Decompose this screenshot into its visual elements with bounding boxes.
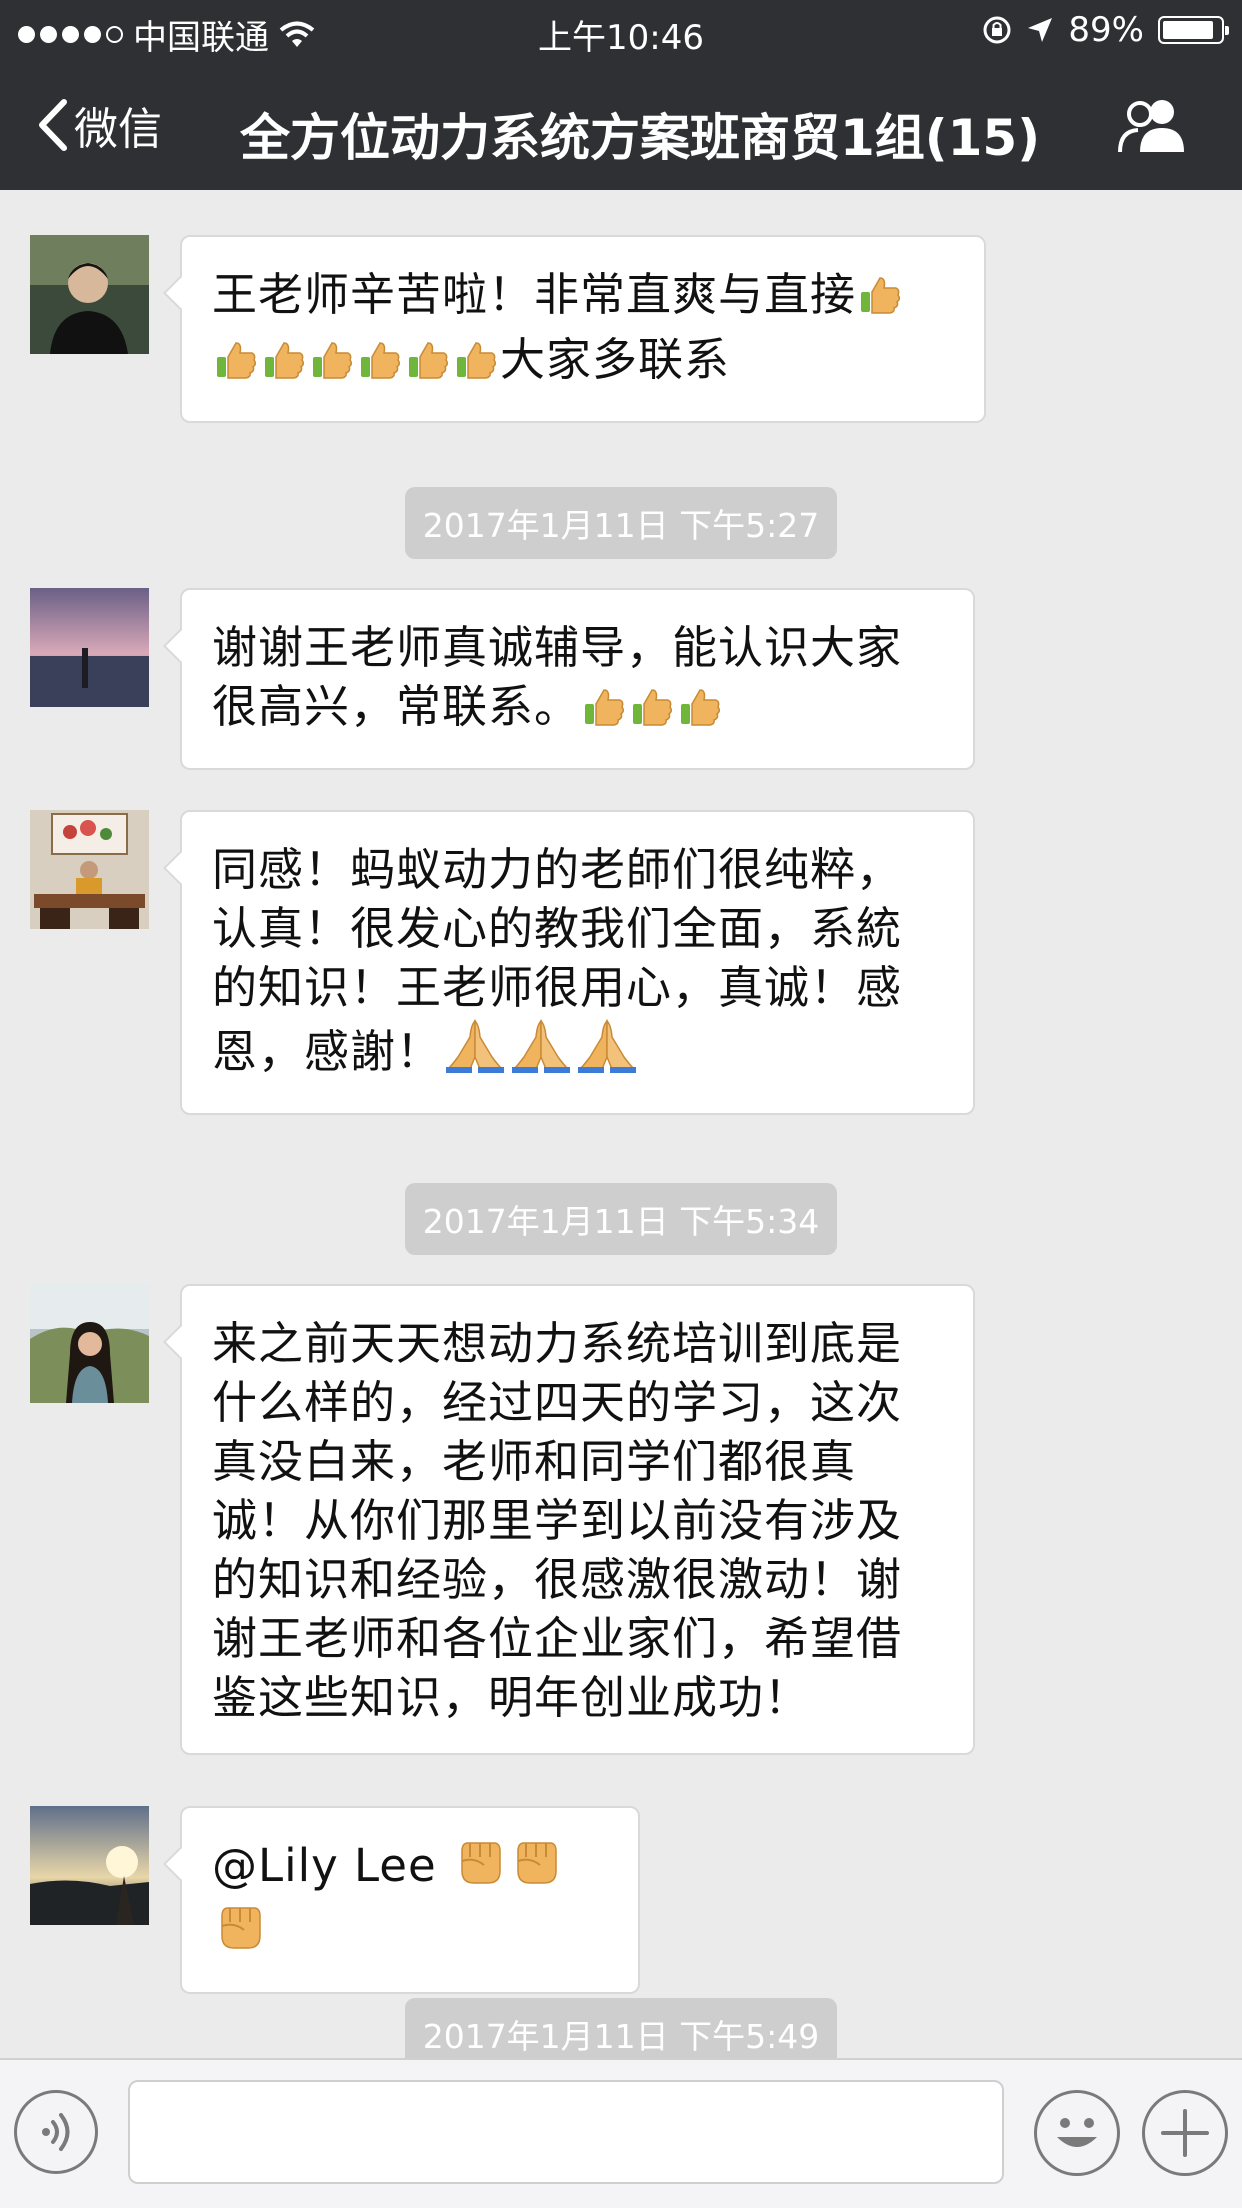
message-bubble[interactable]: 来之前天天想动力系统培训到底是 什么样的，经过四天的学习，这次 真没白来，老师和… [180,1284,975,1755]
navigation-bar: 微信 全方位动力系统方案班商贸1组(15) [0,60,1242,190]
orientation-lock-icon [983,16,1011,44]
avatar-woman-icon [30,1284,149,1403]
message-line: 的知识！王老师很用心，真诚！感 [212,961,903,1014]
status-right: 89% [982,10,1229,50]
message-bubble[interactable]: 谢谢王老师真诚辅导，能认识大家 很高兴，常联系。 [180,588,975,770]
message-line: 鉴这些知识，明年创业成功！ [212,1671,811,1724]
message-text: 恩，感謝！ [212,1025,443,1078]
group-members-icon [1118,100,1184,153]
folded-hands-emoji [576,1017,638,1087]
thumbs-up-emoji [406,336,450,395]
avatar-office-icon [30,810,149,929]
message-line: 来之前天天想动力系统培训到底是 [212,1317,903,1370]
message-input-bar [0,2058,1242,2208]
message-bubble[interactable]: @Lily Lee [180,1806,640,1994]
message-line: 谢谢王老师真诚辅导，能认识大家 [212,618,943,677]
message-text-input[interactable] [128,2080,1004,2184]
raised-fist-emoji [214,1902,266,1966]
message-bubble[interactable]: 王老师辛苦啦！非常直爽与直接 大家多联系 [180,235,986,423]
thumbs-up-emoji [454,336,498,395]
more-actions-button[interactable] [1142,2090,1228,2176]
avatar-sea-sunset-icon [30,588,149,707]
emoji-button[interactable] [1034,2090,1120,2176]
message-text: 谢谢王老师真诚辅导，能认识大家 [212,621,903,674]
back-button[interactable]: 微信 [38,90,162,160]
avatar-man-icon [30,235,149,354]
message-line: 认真！很发心的教我们全面，系統 [212,902,903,955]
thumbs-up-emoji [262,336,306,395]
message-line: 真没白来，老师和同学们都很真 [212,1435,857,1488]
battery-percent: 89% [1068,10,1144,50]
raised-fist-emoji [510,1837,562,1901]
timestamp-text: 2017年1月11日 下午5:34 [404,1183,838,1255]
chevron-left-icon [39,99,67,151]
thumbs-up-emoji [358,336,402,395]
avatar[interactable] [30,1806,149,1925]
smiley-icon [1057,2118,1097,2147]
message-line: 很高兴，常联系。 [212,677,943,742]
message-line: @Lily Lee [212,1836,608,1966]
group-members-button[interactable] [1116,96,1192,160]
avatar-sunset-icon [30,1806,149,1925]
battery-level-fill [1163,21,1213,39]
thumbs-up-emoji [214,336,258,395]
thumbs-up-emoji [858,271,902,330]
folded-hands-emoji [444,1017,506,1087]
chat-message-list[interactable]: 王老师辛苦啦！非常直爽与直接 大家多联系 2017年1月11日 下午5:27 谢… [0,190,1242,2058]
location-arrow-icon [1028,18,1053,42]
thumbs-up-emoji [678,683,722,742]
message-line: 诚！从你们那里学到以前没有涉及 [212,1494,903,1547]
thumbs-up-emoji [582,683,626,742]
avatar[interactable] [30,1284,149,1403]
folded-hands-emoji [510,1017,572,1087]
avatar[interactable] [30,588,149,707]
avatar[interactable] [30,810,149,929]
message-line: 大家多联系 [212,330,954,395]
back-label: 微信 [74,104,162,155]
message-text: 大家多联系 [500,333,731,386]
timestamp-text: 2017年1月11日 下午5:49 [404,1998,838,2058]
message-bubble[interactable]: 同感！蚂蚁动力的老師们很纯粹， 认真！很发心的教我们全面，系統 的知识！王老师很… [180,810,975,1115]
status-bar: 中国联通 上午10:46 89% [0,0,1242,60]
message-line: 谢王老师和各位企业家们，希望借 [212,1612,903,1665]
message-line: 恩，感謝！ [212,1017,943,1087]
mention-text[interactable]: @Lily Lee [212,1839,437,1892]
chat-title: 全方位动力系统方案班商贸1组(15) [240,109,1041,167]
voice-icon [42,2113,70,2151]
timestamp: 2017年1月11日 下午5:27 [0,487,1242,559]
voice-input-button[interactable] [14,2090,98,2174]
message-line: 王老师辛苦啦！非常直爽与直接 [212,265,954,330]
timestamp: 2017年1月11日 下午5:34 [0,1183,1242,1255]
message-line: 的知识和经验，很感激很激动！谢 [212,1553,903,1606]
thumbs-up-emoji [630,683,674,742]
message-text: 很高兴，常联系。 [212,680,581,733]
message-line: 什么样的，经过四天的学习，这次 [212,1376,903,1429]
message-text: 王老师辛苦啦！非常直爽与直接 [212,268,857,321]
plus-icon [1161,2109,1209,2157]
timestamp-text: 2017年1月11日 下午5:27 [404,487,838,559]
message-line: 同感！蚂蚁动力的老師们很纯粹， [212,843,903,896]
battery-icon [1158,16,1229,44]
avatar[interactable] [30,235,149,354]
raised-fist-emoji [454,1837,506,1901]
thumbs-up-emoji [310,336,354,395]
timestamp: 2017年1月11日 下午5:49 [0,1998,1242,2058]
